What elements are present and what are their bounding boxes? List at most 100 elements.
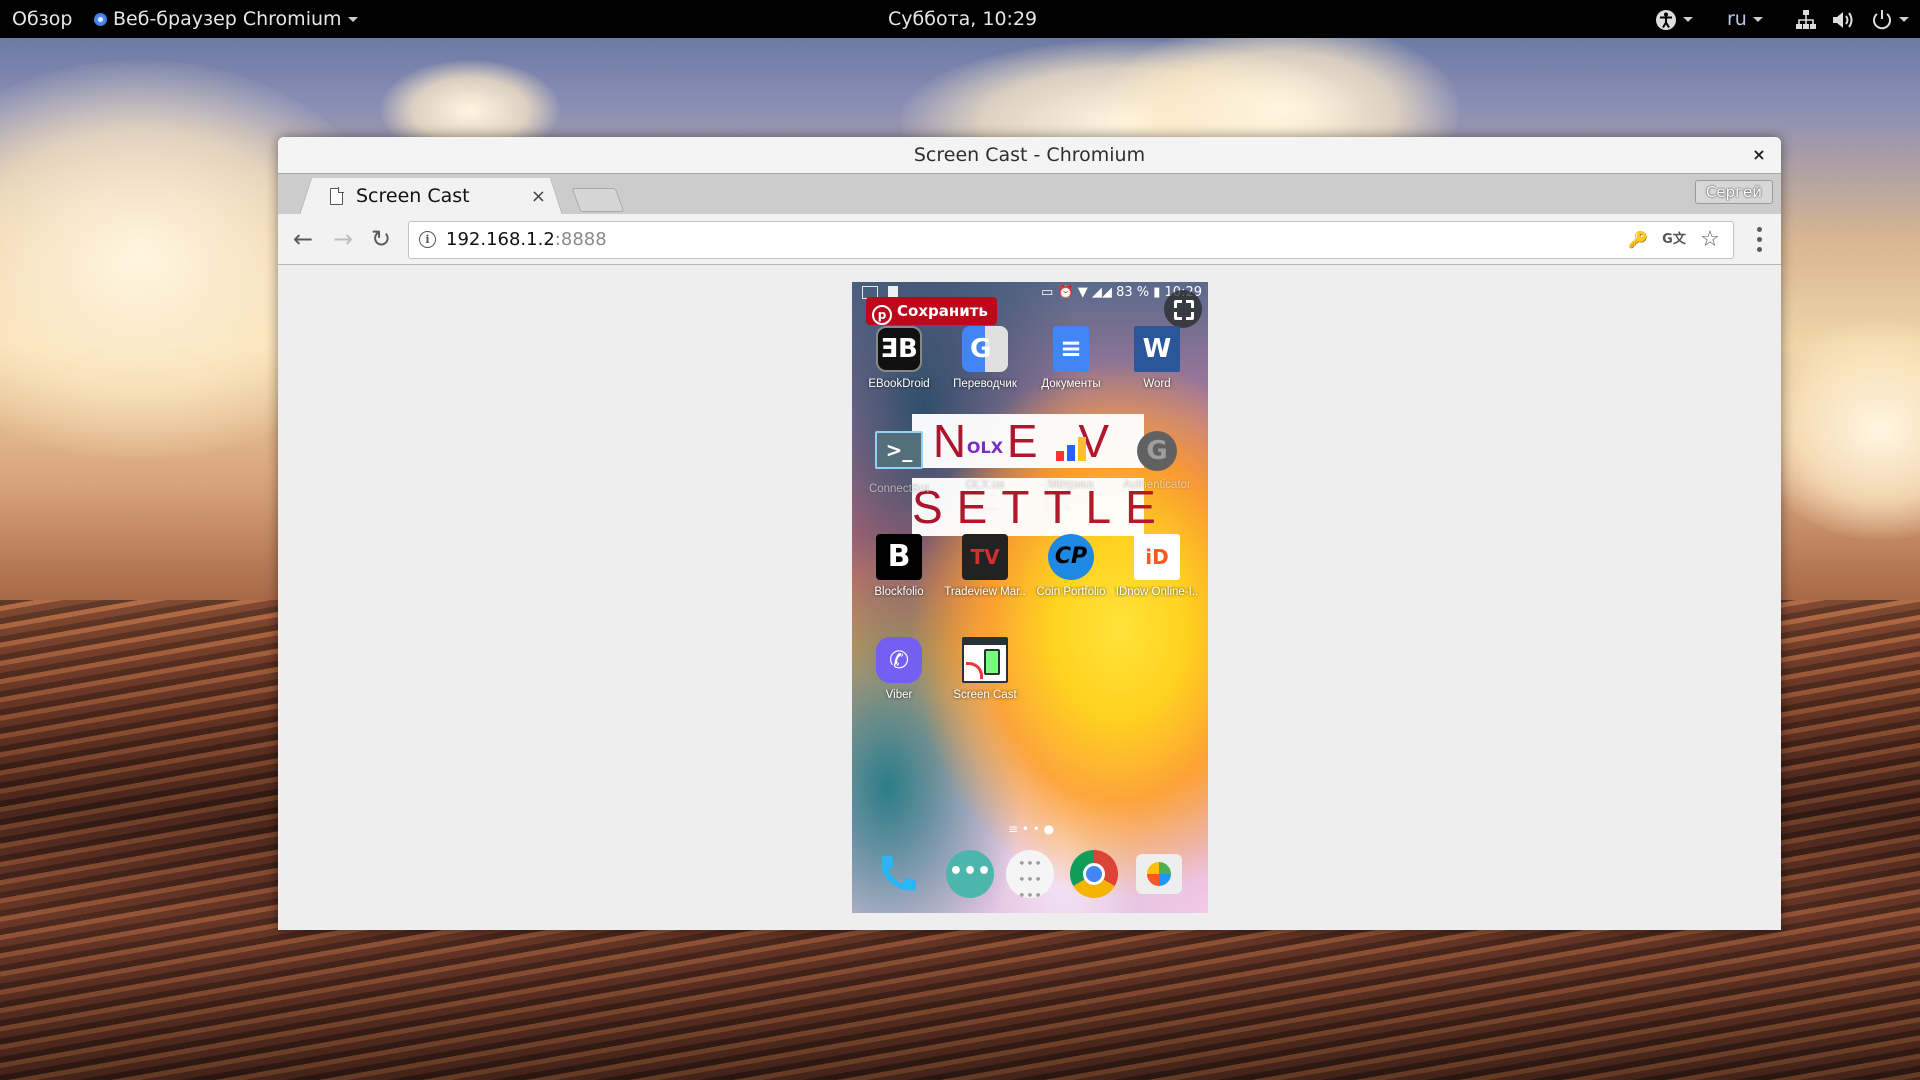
url-text[interactable]: 192.168.1.2:8888 <box>446 222 607 258</box>
tab-close-button[interactable]: × <box>531 178 546 215</box>
dock-app-drawer[interactable]: ∙∙∙ ∙∙∙ ∙∙∙ <box>1006 850 1054 903</box>
page-content: ▭ ⏰ ▼ ◢◢ 83 % ▮ 10:29 pСохранить N E V E… <box>278 265 1781 930</box>
app-coin-portfolio[interactable]: CP Coin Portfolio <box>1028 534 1114 598</box>
accessibility-menu[interactable] <box>1655 0 1693 38</box>
language-menu[interactable]: ru <box>1727 0 1763 38</box>
url-port: :8888 <box>554 229 607 250</box>
info-icon[interactable]: i <box>419 231 436 248</box>
browser-window: Screen Cast - Chromium × Screen Cast × С… <box>278 137 1781 930</box>
activities-button[interactable]: Обзор <box>12 0 72 38</box>
arrow-left-icon: ← <box>292 225 314 253</box>
reload-button[interactable]: ↻ <box>364 222 398 256</box>
system-menu[interactable] <box>1795 0 1910 38</box>
dock-chrome[interactable] <box>1070 850 1118 898</box>
bookmark-star-icon[interactable]: ☆ <box>1697 222 1723 258</box>
app-menu[interactable]: Веб-браузер Chromium <box>94 0 358 38</box>
window-titlebar[interactable]: Screen Cast - Chromium × <box>278 137 1781 173</box>
viber-icon: ✆ <box>876 637 922 683</box>
alarm-icon: ⏰ <box>1057 285 1074 300</box>
app-label: EBookDroid <box>868 378 930 390</box>
app-viber[interactable]: ✆ Viber <box>856 637 942 701</box>
address-bar[interactable]: i 192.168.1.2:8888 🔑 G文 ☆ <box>408 221 1734 259</box>
new-tab-button[interactable] <box>571 188 625 212</box>
messages-icon: ••• <box>948 859 992 884</box>
app-metrika[interactable]: Метрика <box>1028 431 1114 491</box>
tab-title: Screen Cast <box>356 185 470 207</box>
translate-icon[interactable]: G文 <box>1661 222 1687 258</box>
app-label: Переводчик <box>953 378 1017 390</box>
cast-status-icon: ▭ <box>1041 285 1054 300</box>
phone-screen-cast[interactable]: ▭ ⏰ ▼ ◢◢ 83 % ▮ 10:29 pСохранить N E V E… <box>852 282 1208 913</box>
app-label: Screen Cast <box>953 689 1017 701</box>
app-label: Authenticator <box>1123 479 1191 491</box>
chevron-down-icon <box>1899 17 1910 22</box>
idnow-icon: iD <box>1134 534 1180 580</box>
profile-button[interactable]: Сергей <box>1694 180 1773 204</box>
dock-camera[interactable] <box>1136 854 1182 894</box>
app-label: Coin Portfolio <box>1036 586 1106 598</box>
power-icon <box>1873 9 1892 29</box>
chevron-down-icon <box>1752 17 1763 22</box>
app-connectbot[interactable]: >_ ConnectBot <box>856 431 942 495</box>
docs-icon: ≡ <box>1053 326 1089 372</box>
dock-messages[interactable]: ••• <box>946 850 994 898</box>
accessibility-icon <box>1656 9 1676 30</box>
dock-phone[interactable] <box>874 850 922 898</box>
app-authenticator[interactable]: G Authenticator <box>1114 431 1200 491</box>
clock[interactable]: Суббота, 10:29 <box>888 0 1037 38</box>
battery-percent: 83 % <box>1116 285 1150 300</box>
chevron-down-icon <box>347 17 358 22</box>
app-menu-label: Веб-браузер Chromium <box>113 8 342 30</box>
app-label: Word <box>1143 378 1171 390</box>
fullscreen-button[interactable] <box>1164 290 1202 328</box>
ebookdroid-icon: ƎB <box>876 326 922 372</box>
chrome-icon <box>1083 863 1105 885</box>
pinterest-save-button[interactable]: p Сохранить <box>866 297 997 325</box>
app-label: IDnow Online-I.. <box>1115 586 1199 598</box>
wifi-icon: ▼ <box>1077 285 1088 300</box>
app-tradeview[interactable]: TV Tradeview Mar.. <box>942 534 1028 598</box>
app-screen-cast[interactable]: Screen Cast <box>942 637 1028 701</box>
app-label: Документы <box>1041 378 1101 390</box>
app-docs[interactable]: ≡ Документы <box>1028 326 1114 390</box>
more-vert-icon <box>1749 227 1769 252</box>
reload-icon: ↻ <box>370 225 392 253</box>
arrow-right-icon: → <box>332 225 354 253</box>
connectbot-icon: >_ <box>875 431 923 469</box>
tab-screen-cast[interactable]: Screen Cast × <box>300 178 562 215</box>
tab-strip: Screen Cast × Сергей <box>278 173 1781 215</box>
chevron-down-icon <box>1683 17 1693 22</box>
camera-icon <box>1147 862 1171 886</box>
app-label: OLX.ua <box>965 479 1005 491</box>
forward-button[interactable]: → <box>326 222 360 256</box>
app-label: Blockfolio <box>874 586 924 598</box>
language-label: ru <box>1727 8 1747 30</box>
window-close-button[interactable]: × <box>1749 137 1769 173</box>
word-icon: W <box>1134 326 1180 372</box>
back-button[interactable]: ← <box>286 222 320 256</box>
app-translate[interactable]: G Переводчик <box>942 326 1028 390</box>
browser-toolbar: ← → ↻ i 192.168.1.2:8888 🔑 G文 ☆ <box>278 214 1781 265</box>
authenticator-icon: G <box>1137 431 1177 471</box>
app-idnow[interactable]: iD IDnow Online-I.. <box>1114 534 1200 598</box>
app-drawer-icon: ∙∙∙ ∙∙∙ ∙∙∙ <box>1017 856 1043 903</box>
metrika-icon <box>1048 431 1094 465</box>
page-indicator: ≡ • • ● <box>1008 822 1055 836</box>
app-label: Tradeview Mar.. <box>944 586 1026 598</box>
volume-icon <box>1833 11 1853 28</box>
phone-icon <box>882 856 916 891</box>
chrome-menu-button[interactable] <box>1749 222 1769 256</box>
tradeview-icon: TV <box>962 534 1008 580</box>
app-word[interactable]: W Word <box>1114 326 1200 390</box>
app-label: ConnectBot <box>868 483 930 495</box>
translate-app-icon: G <box>962 326 1008 372</box>
app-blockfolio[interactable]: B Blockfolio <box>856 534 942 598</box>
app-olx[interactable]: OLX OLX.ua <box>942 431 1028 491</box>
coin-portfolio-icon: CP <box>1048 534 1094 580</box>
olx-icon: OLX <box>966 438 1004 457</box>
key-icon[interactable]: 🔑 <box>1625 222 1651 258</box>
chromium-icon <box>94 13 107 26</box>
signal-icon: ◢◢ <box>1091 285 1112 300</box>
pinterest-icon: p <box>872 305 892 325</box>
app-ebookdroid[interactable]: ƎB EBookDroid <box>856 326 942 390</box>
